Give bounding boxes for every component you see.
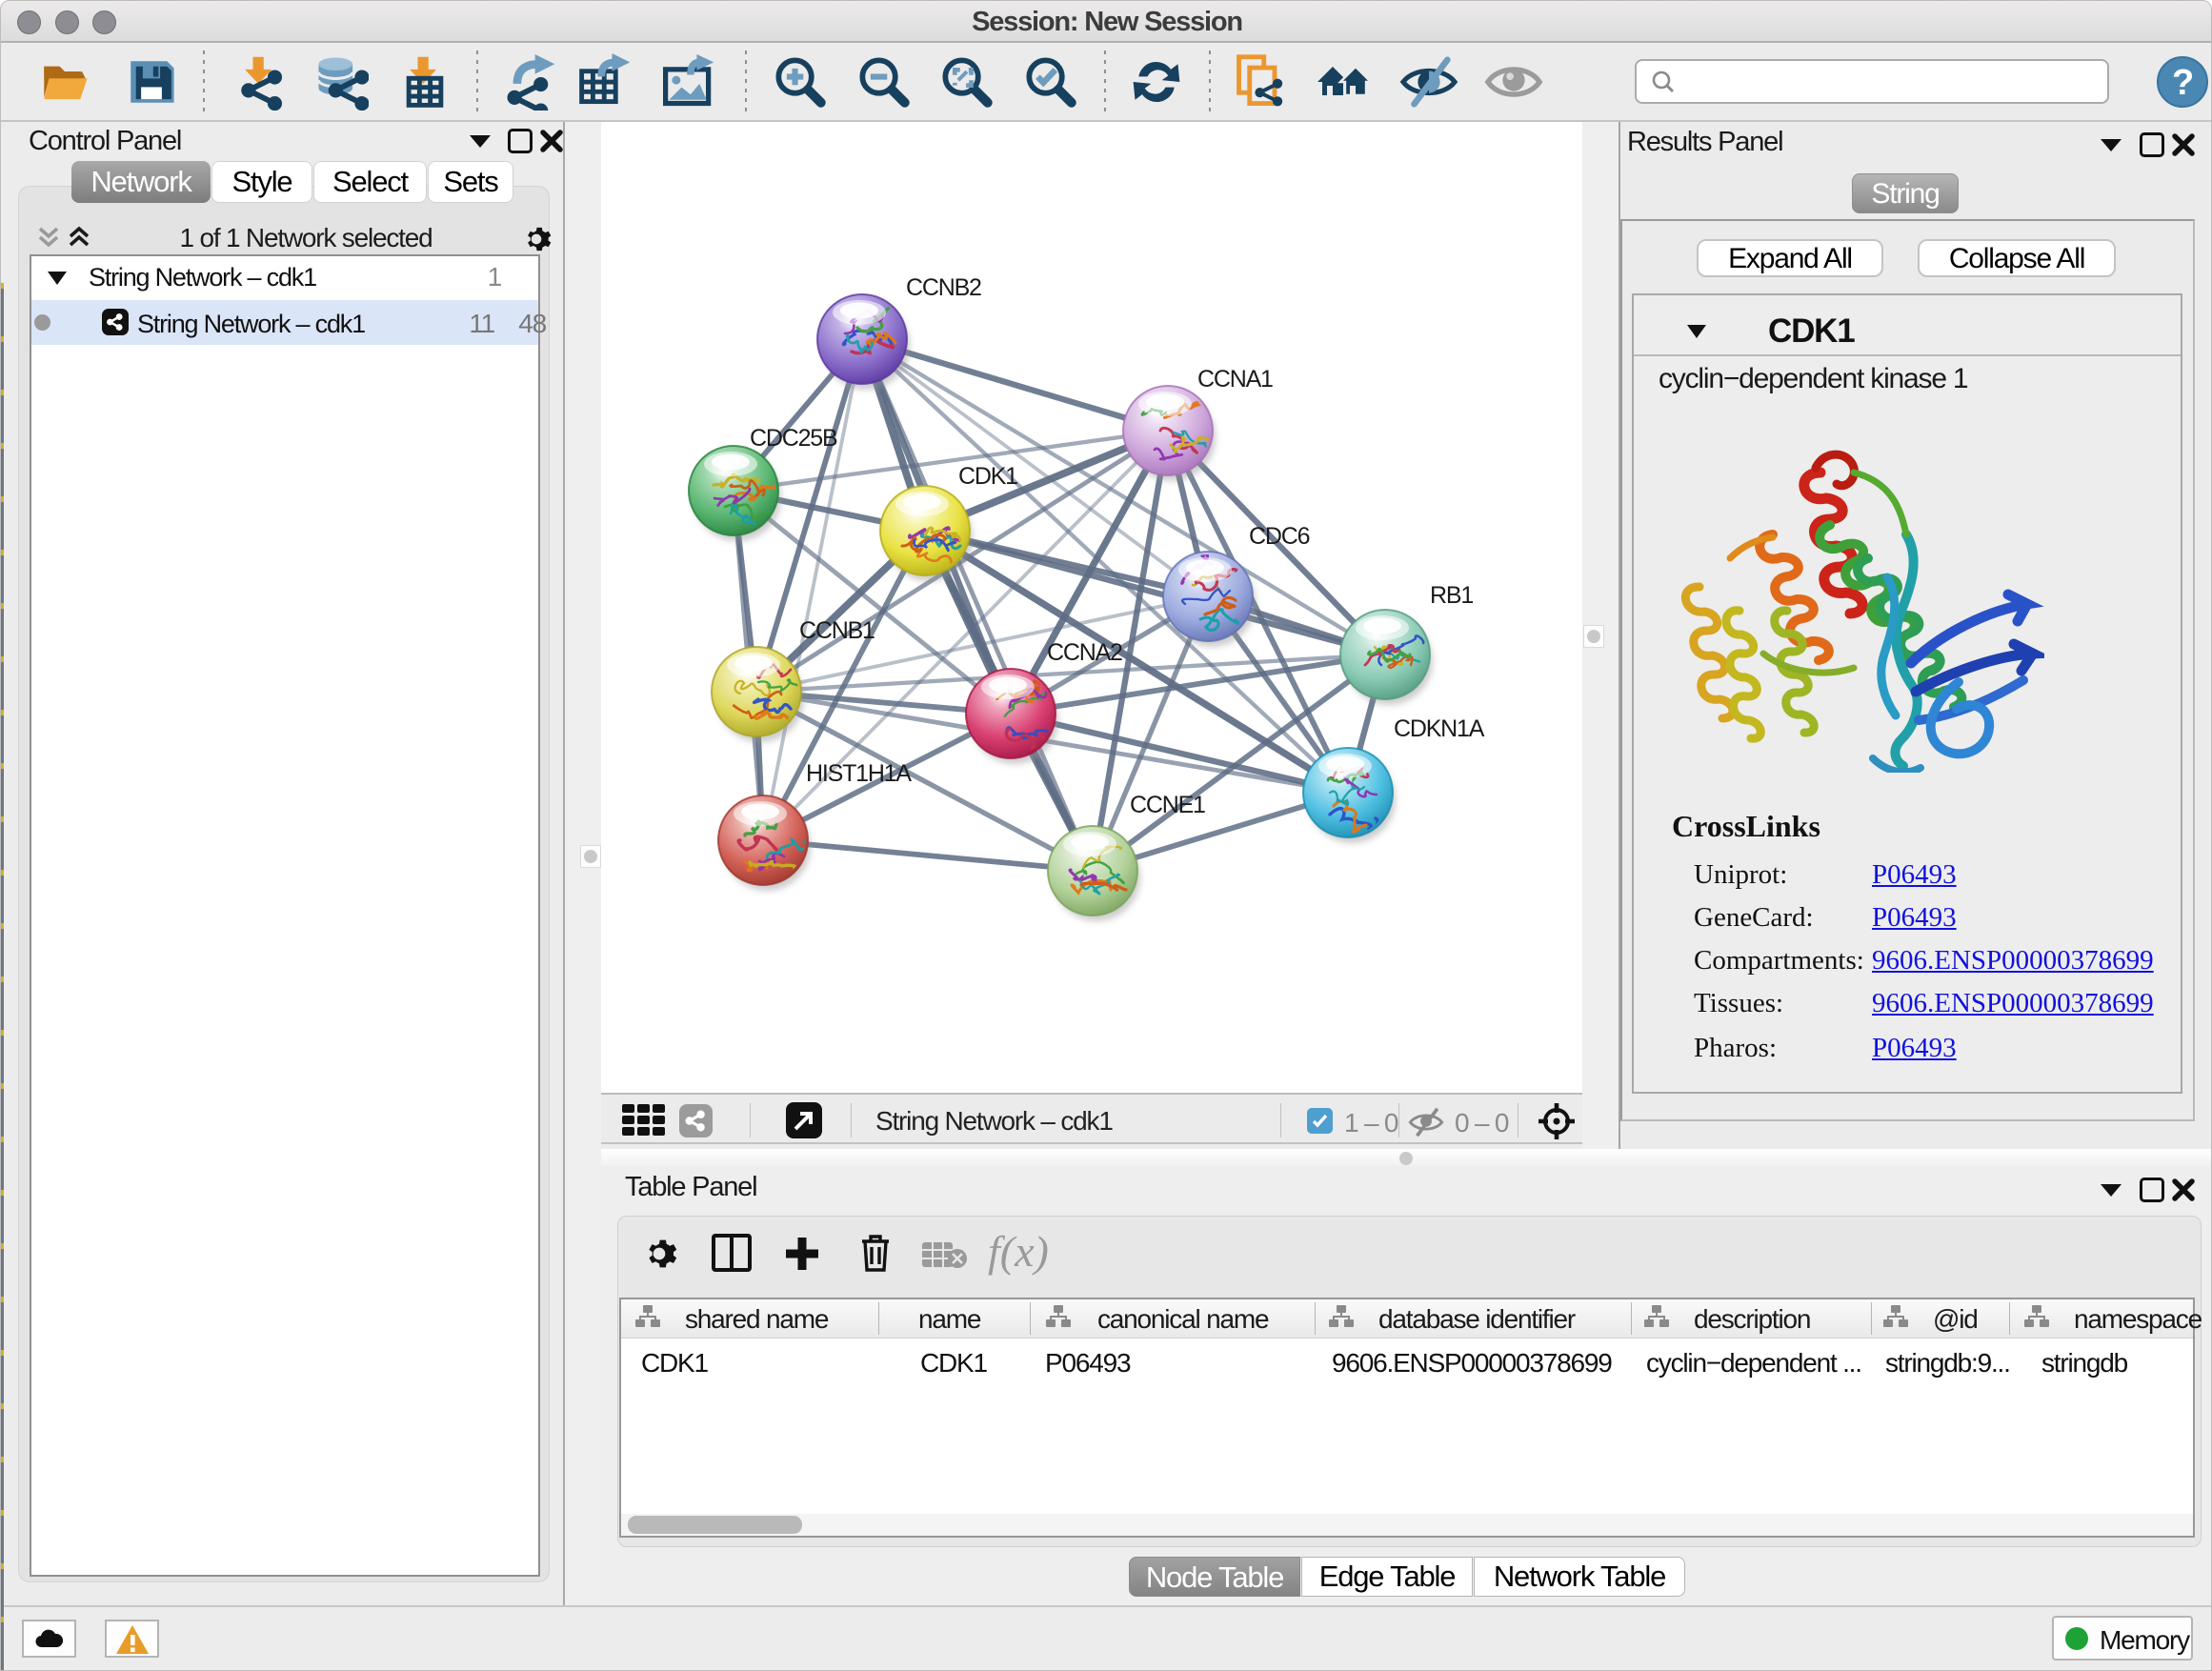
svg-text:CDC25B: CDC25B [750,425,837,452]
svg-text:CDK1: CDK1 [958,463,1017,490]
svg-text:HIST1H1A: HIST1H1A [806,760,912,787]
svg-text:CCNB2: CCNB2 [906,274,981,301]
svg-text:CCNA2: CCNA2 [1047,639,1122,666]
svg-text:CCNA1: CCNA1 [1197,366,1273,393]
svg-text:RB1: RB1 [1430,582,1473,609]
svg-text:CDC6: CDC6 [1249,523,1310,550]
svg-text:CCNE1: CCNE1 [1130,792,1205,818]
svg-text:CCNB1: CCNB1 [799,617,875,644]
svg-text:CDKN1A: CDKN1A [1394,715,1485,742]
